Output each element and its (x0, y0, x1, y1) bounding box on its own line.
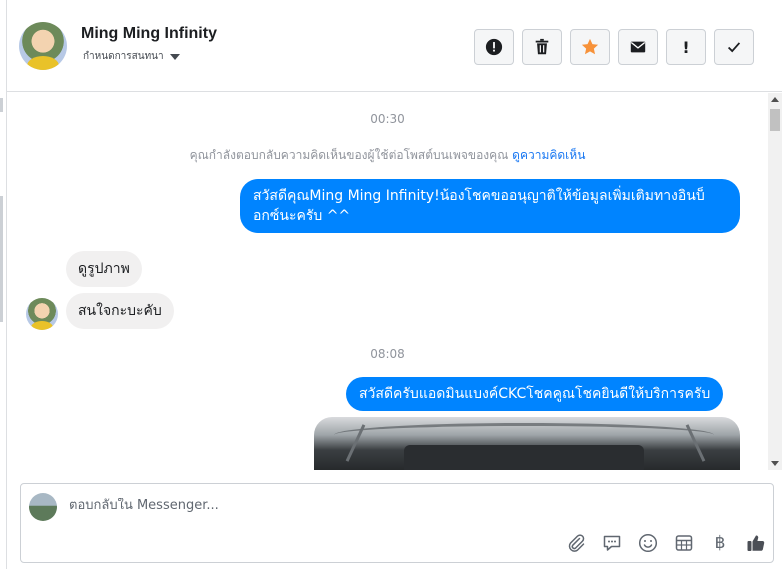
conversation-header: Ming Ming Infinity กำหนดการสนทนา ! (7, 0, 782, 92)
alert-circle-icon (485, 38, 503, 56)
message-thread[interactable]: 00:30 คุณกำลังตอบกลับความคิดเห็นของผู้ใช… (7, 93, 782, 470)
star-button[interactable] (570, 29, 610, 65)
incoming-message[interactable]: สนใจกะบะคับ (66, 293, 174, 329)
conversation-label-dropdown[interactable]: กำหนดการสนทนา (83, 49, 180, 64)
trash-icon (535, 38, 549, 55)
delete-button[interactable] (522, 29, 562, 65)
star-icon (581, 38, 599, 55)
follow-up-button[interactable]: ! (666, 29, 706, 65)
create-order-button[interactable] (673, 532, 695, 554)
mark-unread-button[interactable] (618, 29, 658, 65)
emoji-icon (638, 533, 658, 553)
scrollbar-thumb[interactable] (770, 109, 780, 131)
page-avatar (29, 493, 57, 521)
table-icon (675, 535, 693, 551)
messenger-reply-panel: Ming Ming Infinity กำหนดการสนทนา ! 00:30… (0, 0, 782, 569)
incoming-message[interactable]: ดูรูปภาพ (66, 251, 142, 287)
mail-icon (630, 41, 646, 53)
attach-file-button[interactable] (565, 532, 587, 554)
scroll-up-arrow-icon[interactable] (771, 97, 779, 102)
emoji-button[interactable] (637, 532, 659, 554)
exclamation-icon: ! (682, 37, 690, 57)
paperclip-icon (568, 534, 585, 552)
outgoing-message[interactable]: สวัสดีครับแอดมินแบงค์CKCโชคคูณโชคยินดีให… (346, 377, 724, 411)
avatar[interactable] (19, 22, 67, 70)
chat-bubble-icon (603, 535, 621, 551)
saved-replies-button[interactable] (601, 532, 623, 554)
conversation-toolbar: ! (474, 29, 754, 65)
caret-down-icon (169, 53, 180, 60)
scroll-down-arrow-icon[interactable] (771, 461, 779, 466)
mark-done-button[interactable] (714, 29, 754, 65)
composer-tools: ฿ (565, 532, 767, 554)
thread-scrollbar[interactable] (768, 93, 782, 470)
timestamp: 08:08 (370, 347, 405, 361)
baht-icon: ฿ (714, 533, 726, 553)
notice-text: คุณกำลังตอบกลับความคิดเห็นของผู้ใช้ต่อโพ… (189, 148, 513, 162)
view-comment-link[interactable]: ดูความคิดเห็น (512, 148, 585, 162)
reply-input[interactable] (69, 498, 669, 513)
conversation-label-text: กำหนดการสนทนา (83, 51, 164, 62)
timestamp: 00:30 (370, 112, 405, 126)
mark-spam-button[interactable] (474, 29, 514, 65)
check-icon (727, 42, 741, 53)
thumbs-up-icon (747, 535, 765, 551)
reply-composer: ฿ (20, 483, 774, 563)
sender-avatar (26, 298, 58, 330)
conversation-frame: Ming Ming Infinity กำหนดการสนทนา ! 00:30… (6, 0, 782, 569)
reply-context-notice: คุณกำลังตอบกลับความคิดเห็นของผู้ใช้ต่อโพ… (7, 146, 768, 165)
contact-name[interactable]: Ming Ming Infinity (81, 25, 217, 43)
outgoing-photo-attachment[interactable] (314, 417, 740, 470)
request-payment-button[interactable]: ฿ (709, 532, 731, 554)
send-like-button[interactable] (745, 532, 767, 554)
outgoing-message[interactable]: สวัสดีคุณMing Ming Infinity!น้องโชคขออนุ… (240, 179, 740, 233)
